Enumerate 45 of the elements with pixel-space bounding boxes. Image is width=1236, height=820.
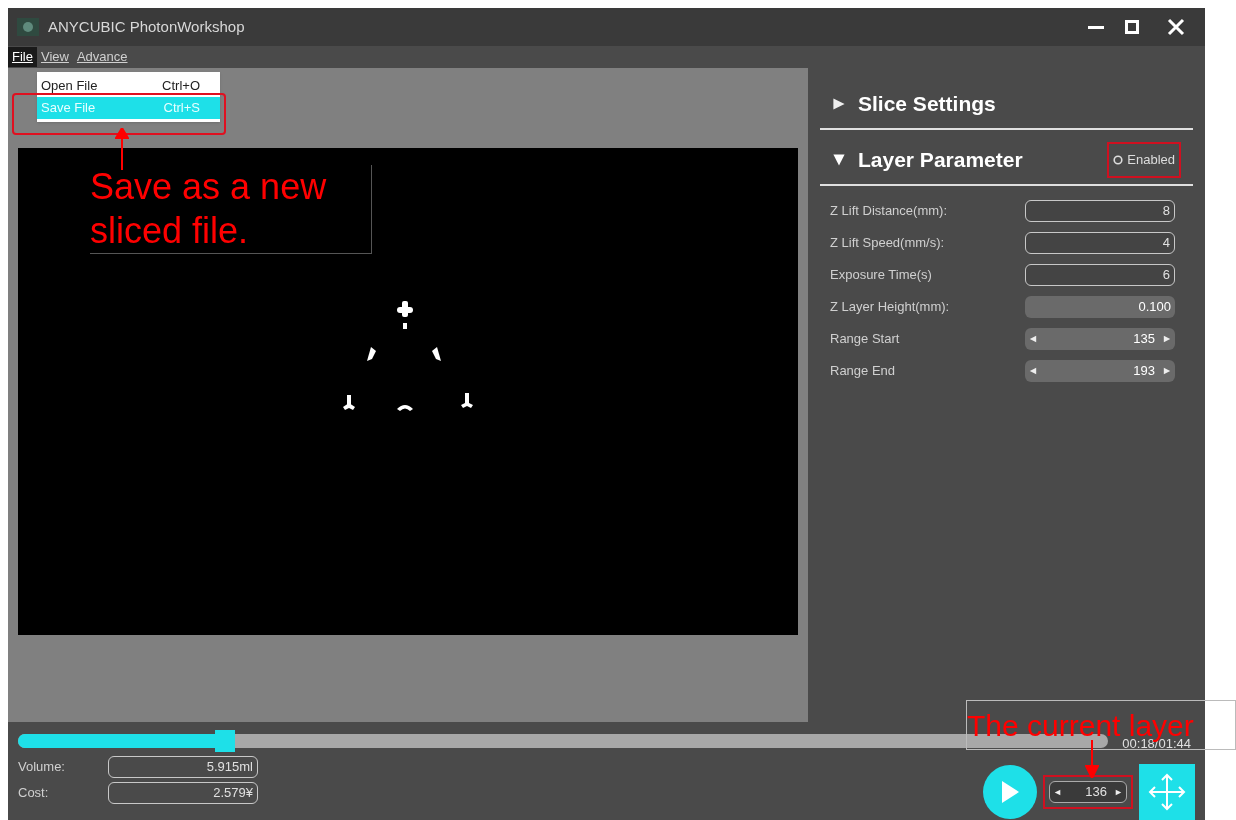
menu-item[interactable]: File <box>8 47 37 67</box>
maximize-icon[interactable] <box>1125 20 1139 34</box>
menu-item[interactable]: View <box>36 47 73 67</box>
annotation-arrow <box>1085 740 1099 778</box>
menu-item[interactable]: Advance <box>72 47 132 67</box>
stat-field: 2.579¥ <box>108 782 258 804</box>
decrement-arrow-icon <box>1029 367 1037 375</box>
stat-label: Cost: <box>18 784 49 803</box>
play-icon <box>1000 780 1020 804</box>
increment-arrow-icon <box>1163 335 1171 343</box>
layer-spinner[interactable]: 136 <box>1049 781 1127 803</box>
number-field[interactable]: 4 <box>1025 232 1175 254</box>
section-caret-icon <box>832 97 846 111</box>
section-caret-icon <box>832 153 846 167</box>
stat-label: Volume: <box>18 758 65 777</box>
parameter-label: Z Lift Speed(mm/s): <box>830 234 945 253</box>
parameter-label: Z Lift Distance(mm): <box>830 202 947 221</box>
spinner-field[interactable]: 135 <box>1025 328 1175 350</box>
app-logo-icon <box>16 17 40 37</box>
parameter-label: Z Layer Height(mm): <box>830 298 950 317</box>
timeline-thumb[interactable] <box>215 730 236 752</box>
close-icon[interactable] <box>1167 18 1185 36</box>
section-title: Layer Parameter <box>858 147 1024 174</box>
parameter-label: Exposure Time(s) <box>830 266 932 285</box>
readonly-field: 0.100 <box>1025 296 1175 318</box>
window-title: ANYCUBIC PhotonWorkshop <box>48 16 245 37</box>
decrement-arrow-icon <box>1029 335 1037 343</box>
section-header[interactable]: Slice Settings <box>820 80 1193 130</box>
number-field[interactable]: 8 <box>1025 200 1175 222</box>
parameter-label: Range End <box>830 362 896 381</box>
enabled-toggle[interactable]: Enabled <box>1107 142 1181 178</box>
spinner-field[interactable]: 193 <box>1025 360 1175 382</box>
decrement-arrow-icon <box>1054 788 1061 796</box>
stat-field: 5.915ml <box>108 756 258 778</box>
play-button[interactable] <box>983 765 1037 819</box>
annotation-arrow <box>115 128 129 170</box>
increment-arrow-icon <box>1115 788 1122 796</box>
menu-entry[interactable]: Open File Ctrl+O <box>37 75 220 97</box>
section-header[interactable]: Layer Parameter Enabled <box>820 136 1193 186</box>
section-title: Slice Settings <box>858 91 997 118</box>
move-arrows-icon <box>1147 772 1187 812</box>
parameter-label: Range Start <box>830 330 900 349</box>
number-field[interactable]: 6 <box>1025 264 1175 286</box>
increment-arrow-icon <box>1163 367 1171 375</box>
annotation-text: Save as a new sliced file. <box>90 165 372 254</box>
